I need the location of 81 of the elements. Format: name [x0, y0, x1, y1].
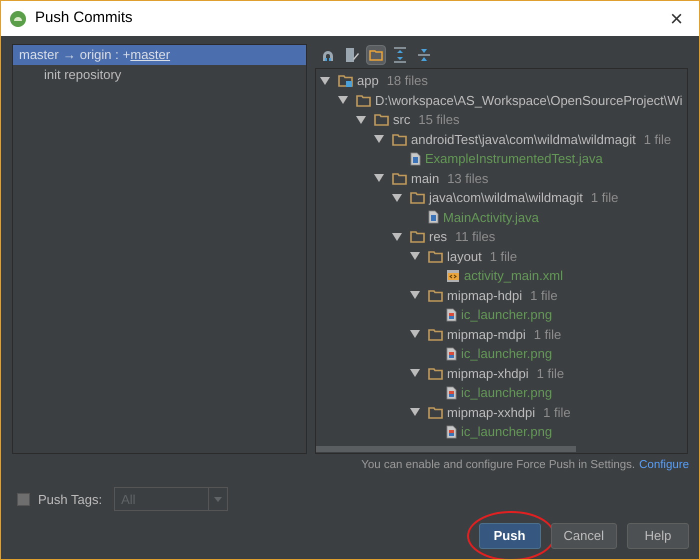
file-count: 11 files — [455, 228, 496, 246]
folder-icon — [392, 172, 407, 185]
expanded-arrow-icon[interactable] — [338, 95, 348, 106]
expanded-arrow-icon[interactable] — [356, 114, 366, 125]
expanded-arrow-icon[interactable] — [320, 76, 330, 86]
folder-icon[interactable] — [366, 45, 386, 65]
file-count: 1 file — [536, 364, 564, 382]
branch-label: + — [122, 46, 130, 64]
horizontal-scrollbar[interactable] — [316, 446, 576, 452]
dropdown-arrow-icon — [214, 496, 222, 502]
folder-name[interactable]: src — [393, 110, 410, 130]
configure-link[interactable]: Configure — [639, 457, 689, 474]
java-file-icon — [428, 210, 439, 224]
expanded-arrow-icon[interactable] — [392, 192, 402, 203]
expanded-arrow-icon[interactable] — [410, 329, 420, 340]
image-file-icon — [446, 386, 457, 400]
cancel-button[interactable]: Cancel — [550, 523, 617, 549]
expanded-arrow-icon[interactable] — [392, 232, 402, 242]
help-button[interactable]: Help — [627, 523, 689, 549]
file-count: 1 file — [534, 326, 562, 344]
expanded-arrow-icon[interactable] — [410, 251, 420, 262]
folder-icon — [428, 288, 443, 302]
branch-row[interactable]: master → origin : +master — [13, 45, 306, 65]
file-count: 18 files — [386, 72, 428, 90]
image-file-icon — [446, 424, 457, 439]
file-name[interactable]: MainActivity.java — [443, 208, 539, 227]
file-name[interactable]: ic_launcher.png — [461, 344, 552, 364]
file-name[interactable]: ic_launcher.png — [461, 422, 552, 442]
folder-icon — [428, 328, 443, 341]
xml-file-icon — [446, 268, 460, 283]
folder-icon — [428, 250, 443, 263]
folder-icon — [374, 113, 389, 126]
file-count: 15 files — [418, 111, 460, 129]
expanded-arrow-icon[interactable] — [410, 368, 420, 378]
folder-name[interactable]: layout — [447, 246, 482, 266]
branch-label: → — [62, 46, 76, 64]
folder-icon — [356, 94, 371, 107]
expanded-arrow-icon[interactable] — [374, 134, 384, 144]
file-count: 1 file — [590, 189, 618, 207]
file-count: 13 files — [447, 170, 488, 188]
folder-icon — [428, 406, 443, 419]
java-file-icon — [410, 152, 421, 166]
window-title: Push Commits — [35, 8, 133, 28]
force-push-note: You can enable and configure Force Push in Settings. — [361, 458, 636, 473]
folder-name[interactable]: androidTest\java\com\wildma\wildmagit — [411, 130, 636, 149]
branch-label: master — [19, 46, 59, 64]
expanded-arrow-icon[interactable] — [410, 407, 420, 418]
image-file-icon — [446, 346, 457, 361]
module-folder-icon — [338, 74, 353, 88]
close-button[interactable]: × — [662, 8, 691, 30]
file-count: 1 file — [644, 130, 672, 148]
folder-name[interactable]: D:\workspace\AS_Workspace\OpenSourceProject\Wi — [375, 90, 683, 110]
android-logo-icon — [9, 10, 27, 28]
remote-branch-link[interactable]: master — [130, 45, 170, 65]
folder-name[interactable]: mipmap-xhdpi — [447, 364, 529, 383]
file-count: 1 file — [490, 248, 518, 266]
branch-label: origin : — [80, 46, 119, 64]
checkbox-label: Push Tags: — [38, 490, 102, 509]
folder-name[interactable]: mipmap-mdpi — [447, 324, 526, 344]
folder-icon — [410, 230, 425, 244]
folder-icon — [392, 132, 407, 146]
push-button[interactable]: Push — [478, 523, 541, 549]
commit-message: init repository — [44, 66, 122, 84]
image-file-icon — [446, 308, 457, 322]
file-name[interactable]: activity_main.xml — [464, 266, 563, 286]
folder-name[interactable]: mipmap-xxhdpi — [447, 402, 536, 422]
file-count: 1 file — [530, 286, 558, 304]
file-name[interactable]: ic_launcher.png — [461, 383, 552, 402]
commit-row[interactable]: init repository — [13, 65, 306, 85]
folder-icon — [410, 191, 425, 204]
folder-name[interactable]: mipmap-hdpi — [447, 286, 522, 305]
folder-icon — [428, 366, 443, 380]
folder-name[interactable]: main — [411, 168, 440, 188]
file-name[interactable]: ic_launcher.png — [461, 305, 552, 324]
file-name[interactable]: ExampleInstrumentedTest.java — [425, 149, 603, 168]
expanded-arrow-icon[interactable] — [410, 290, 420, 300]
expanded-arrow-icon[interactable] — [374, 173, 384, 184]
folder-name[interactable]: res — [429, 227, 448, 246]
file-count: 1 file — [543, 404, 571, 422]
folder-name[interactable]: app — [357, 71, 379, 90]
folder-name[interactable]: java\com\wildma\wildmagit — [429, 188, 583, 208]
